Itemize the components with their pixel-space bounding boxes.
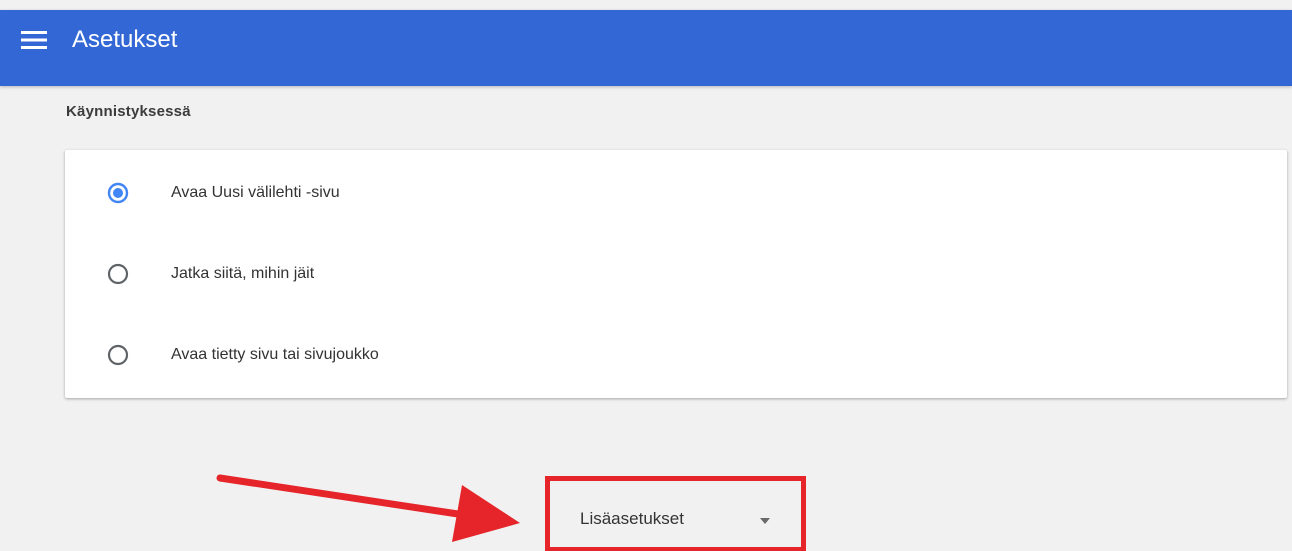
startup-option-specific-pages[interactable]: Avaa tietty sivu tai sivujoukko	[65, 314, 1287, 394]
advanced-settings-button[interactable]: Lisäasetukset	[545, 476, 806, 551]
startup-option-continue[interactable]: Jatka siitä, mihin jäit	[65, 233, 1287, 313]
radio-unselected-icon[interactable]	[107, 263, 129, 285]
advanced-settings-label: Lisäasetukset	[580, 509, 684, 528]
startup-option-label: Avaa tietty sivu tai sivujoukko	[171, 346, 379, 363]
startup-option-new-tab[interactable]: Avaa Uusi välilehti -sivu	[65, 152, 1287, 232]
top-app-bar: Asetukset	[0, 10, 1292, 86]
main-menu-button[interactable]	[16, 22, 52, 58]
startup-option-label: Jatka siitä, mihin jäit	[171, 265, 315, 282]
startup-section-title: Käynnistyksessä	[66, 103, 191, 120]
chevron-down-icon	[760, 518, 770, 524]
settings-page: Asetukset Käynnistyksessä Avaa Uusi väli…	[0, 0, 1292, 551]
startup-options-card: Avaa Uusi välilehti -sivu Jatka siitä, m…	[65, 150, 1287, 398]
page-title: Asetukset	[72, 26, 178, 53]
startup-option-label: Avaa Uusi välilehti -sivu	[171, 184, 340, 201]
radio-unselected-icon[interactable]	[107, 344, 129, 366]
radio-selected-icon[interactable]	[107, 182, 129, 204]
hamburger-icon	[21, 31, 47, 49]
